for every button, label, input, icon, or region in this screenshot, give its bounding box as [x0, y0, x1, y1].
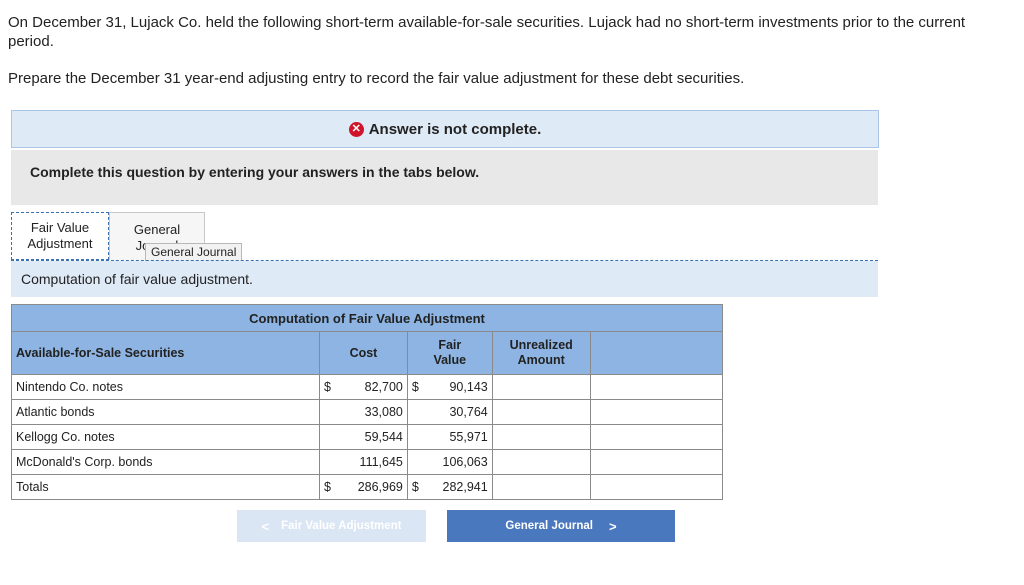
chevron-right-icon: > — [608, 518, 617, 534]
table-row: Nintendo Co. notes $82,700 $90,143 — [10, 374, 724, 400]
unrealized-input[interactable] — [491, 449, 591, 475]
prev-button-label: Fair Value Adjustment — [281, 520, 402, 532]
header-cost: Cost — [319, 331, 408, 375]
chevron-left-icon: < — [261, 518, 270, 534]
next-tab-button[interactable]: General Journal > — [447, 510, 675, 542]
fair-value-cell: $90,143 — [406, 374, 493, 400]
question-instruction: Prepare the December 31 year-end adjusti… — [8, 70, 745, 87]
fair-value-cell: 106,063 — [406, 449, 493, 475]
table-row: Atlantic bonds 33,080 30,764 — [10, 399, 724, 425]
cost-cell: 59,544 — [319, 424, 408, 450]
tab-label: Fair Value Adjustment — [27, 220, 93, 251]
header-fair-value: Fair Value — [406, 331, 493, 375]
security-name: Kellogg Co. notes — [10, 424, 321, 450]
blank-cell — [589, 474, 724, 500]
security-name: Atlantic bonds — [10, 399, 321, 425]
subtab-title: Computation of fair value adjustment. — [21, 271, 253, 287]
unrealized-input[interactable] — [491, 374, 591, 400]
fair-value-cell: 55,971 — [406, 424, 493, 450]
totals-label: Totals — [10, 474, 321, 500]
blank-cell — [589, 424, 724, 450]
blank-cell — [589, 374, 724, 400]
table-caption: Computation of Fair Value Adjustment — [11, 304, 723, 332]
header-securities: Available-for-Sale Securities — [10, 331, 321, 375]
subtab-header: Computation of fair value adjustment. — [11, 261, 878, 297]
blank-cell — [589, 399, 724, 425]
table-row: Kellogg Co. notes 59,544 55,971 — [10, 424, 724, 450]
blank-cell — [589, 449, 724, 475]
security-name: Nintendo Co. notes — [10, 374, 321, 400]
header-blank — [589, 331, 724, 375]
cost-cell: 33,080 — [319, 399, 408, 425]
fair-value-table: Computation of Fair Value Adjustment Ava… — [10, 304, 724, 500]
prev-tab-button[interactable]: < Fair Value Adjustment — [237, 510, 426, 542]
unrealized-input[interactable] — [491, 399, 591, 425]
answer-status-text: Answer is not complete. — [368, 120, 542, 138]
cost-total: $286,969 — [319, 474, 408, 500]
fair-value-total: $282,941 — [406, 474, 493, 500]
answer-status-banner: ✕ Answer is not complete. — [11, 110, 879, 148]
table-row-totals: Totals $286,969 $282,941 — [10, 474, 724, 500]
cost-cell: 111,645 — [319, 449, 408, 475]
tab-fair-value-adjustment[interactable]: Fair Value Adjustment — [11, 212, 109, 260]
next-button-label: General Journal — [505, 520, 593, 532]
security-name: McDonald's Corp. bonds — [10, 449, 321, 475]
unrealized-input[interactable] — [491, 424, 591, 450]
instruction-panel: Complete this question by entering your … — [11, 150, 878, 205]
unrealized-total-input[interactable] — [491, 474, 591, 500]
header-unrealized: Unrealized Amount — [491, 331, 591, 375]
error-x-icon: ✕ — [348, 121, 364, 137]
question-text: On December 31, Lujack Co. held the foll… — [8, 14, 966, 50]
instruction-text: Complete this question by entering your … — [30, 164, 480, 180]
cost-cell: $82,700 — [319, 374, 408, 400]
table-row: McDonald's Corp. bonds 111,645 106,063 — [10, 449, 724, 475]
fair-value-cell: 30,764 — [406, 399, 493, 425]
